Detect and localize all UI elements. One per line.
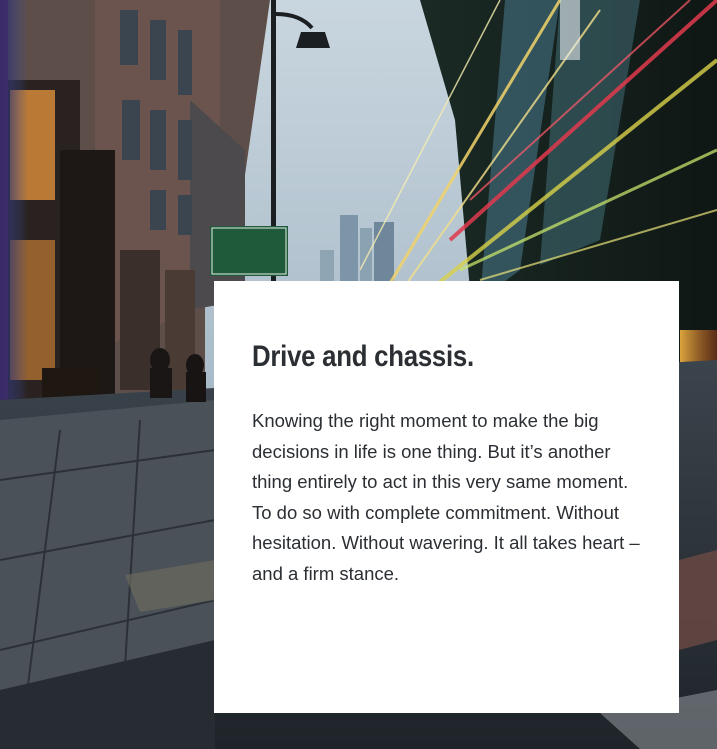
card-body-text: Knowing the right moment to make the big… xyxy=(252,410,640,584)
feature-card: Drive and chassis. Knowing the right mom… xyxy=(214,281,679,713)
card-title: Drive and chassis. xyxy=(252,340,474,373)
